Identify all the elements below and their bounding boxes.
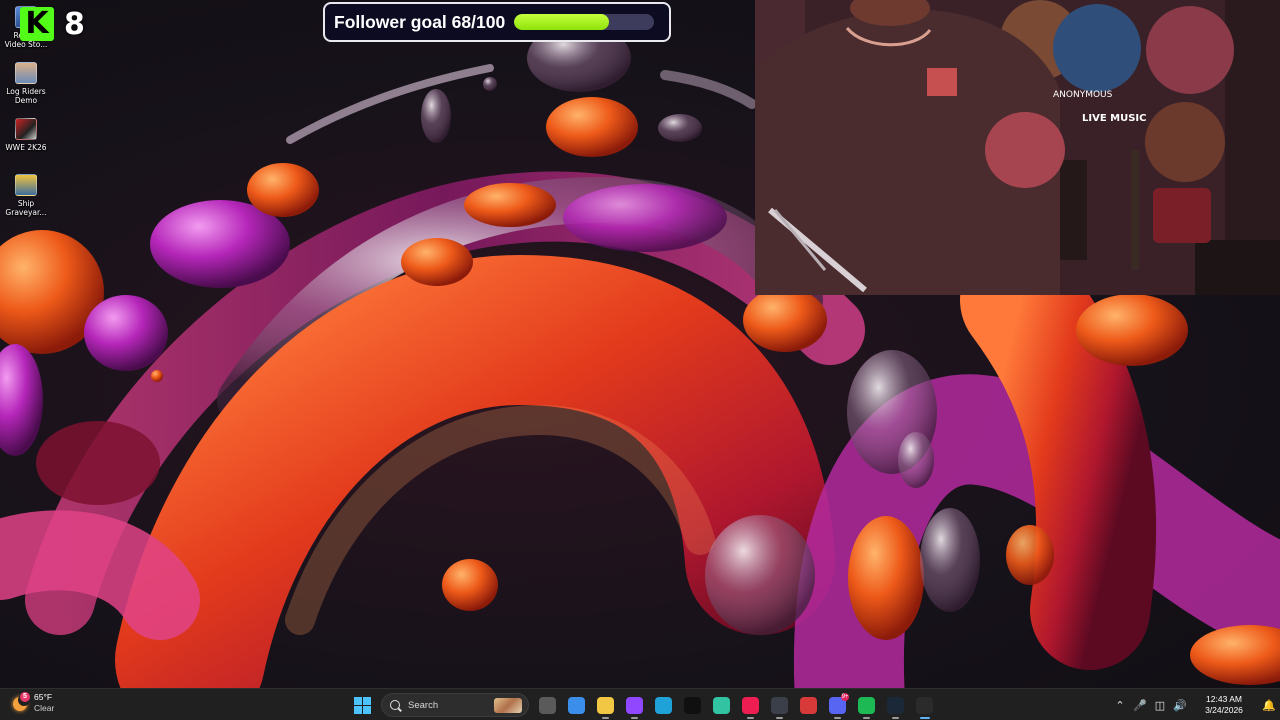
- taskbar-app-gamesir[interactable]: [794, 689, 823, 720]
- weather-temperature: 65°F: [34, 692, 53, 702]
- microsoft-store-icon: [568, 696, 585, 714]
- webcam-feed: LIVE MUSIC ANONYMOUS: [755, 0, 1280, 295]
- poster-tongue: [1153, 188, 1211, 243]
- system-tray: ⌃ 🎤 ◫ 🔊 12:43 AM 3/24/2026 🔔: [1110, 689, 1280, 720]
- kick-viewer-count: 8: [64, 6, 85, 42]
- follower-goal-progress-fill: [514, 14, 610, 30]
- search-placeholder: Search: [408, 699, 439, 711]
- file-explorer-icon: [597, 696, 614, 714]
- obs-icon: [916, 696, 933, 714]
- follower-goal-widget: Follower goal 68/100: [323, 2, 671, 42]
- running-indicator: [920, 717, 930, 719]
- desktop-icon-log-riders[interactable]: Log Riders Demo: [2, 62, 50, 105]
- running-indicator: [631, 717, 638, 719]
- taskbar-app-twitch[interactable]: [620, 689, 649, 720]
- follower-goal-progress-track: [514, 14, 655, 30]
- streamer-hand: [985, 112, 1065, 188]
- desktop-icon-wwe-2k26[interactable]: WWE 2K26: [2, 118, 50, 152]
- network-icon[interactable]: ◫: [1150, 689, 1170, 720]
- taskbar-app-task-view[interactable]: [533, 689, 562, 720]
- taskbar-app-edge[interactable]: [649, 689, 678, 720]
- gamesir-icon: [800, 696, 817, 714]
- taskbar-app-steam[interactable]: [881, 689, 910, 720]
- pinned-apps: 9+: [533, 689, 939, 720]
- kick-viewer-widget: K 8: [20, 6, 85, 42]
- taskbar-search[interactable]: Search: [381, 693, 529, 717]
- task-view-icon: [539, 696, 556, 714]
- taskbar-clock[interactable]: 12:43 AM 3/24/2026: [1194, 694, 1254, 716]
- running-indicator: [892, 717, 899, 719]
- steam-icon: [887, 696, 904, 714]
- wwe-2k26-icon: [15, 118, 37, 140]
- taskbar-app-file-explorer[interactable]: [591, 689, 620, 720]
- running-indicator: [747, 717, 754, 719]
- taskbar-app-tiktok-studio[interactable]: [678, 689, 707, 720]
- taskbar-center: Search 9+: [348, 689, 939, 720]
- taskbar-app-discord[interactable]: 9+: [823, 689, 852, 720]
- shirt-logo: [927, 68, 957, 96]
- taskbar-app-tiktok[interactable]: [736, 689, 765, 720]
- clock-date: 3/24/2026: [1205, 705, 1243, 715]
- running-indicator: [863, 717, 870, 719]
- tiktok-icon: [742, 696, 759, 714]
- poster-text: ANONYMOUS: [1053, 90, 1113, 100]
- taskbar-app-streamlabs[interactable]: [707, 689, 736, 720]
- running-indicator: [602, 717, 609, 719]
- desktop-icon-ship-graveyard[interactable]: Ship Graveyar...: [2, 174, 50, 217]
- weather-badge: 5: [20, 692, 30, 702]
- search-highlight-icon: [494, 698, 522, 713]
- guitar-neck: [1131, 150, 1139, 270]
- kick-logo-icon: K: [20, 7, 54, 41]
- clock-time: 12:43 AM: [1206, 694, 1242, 704]
- poster-portrait: [1145, 102, 1225, 182]
- weather-condition: Clear: [34, 703, 55, 713]
- taskbar-app-obs[interactable]: [910, 689, 939, 720]
- taskbar-app-microsoft-store[interactable]: [562, 689, 591, 720]
- microphone-icon[interactable]: 🎤: [1130, 689, 1150, 720]
- weather-widget[interactable]: 5 65°F Clear: [10, 692, 54, 714]
- edge-icon: [655, 696, 672, 714]
- streamer-bot-icon: [771, 696, 788, 714]
- desktop-icon-label: WWE 2K26: [5, 143, 47, 152]
- search-icon: [390, 700, 400, 710]
- desktop-icon-label: Log Riders Demo: [6, 87, 46, 105]
- desktop-icon-label: Ship Graveyar...: [5, 199, 47, 217]
- start-button[interactable]: [348, 689, 377, 720]
- tiktok-studio-icon: [684, 696, 701, 714]
- show-hidden-icons-chevron-icon[interactable]: ⌃: [1110, 689, 1130, 720]
- log-riders-icon: [15, 62, 37, 84]
- streamlabs-icon: [713, 696, 730, 714]
- notifications-bell-icon[interactable]: 🔔: [1258, 689, 1280, 720]
- taskbar: 5 65°F Clear Search 9+ ⌃ 🎤 ◫ 🔊 12:43 AM …: [0, 688, 1280, 720]
- running-indicator: [834, 717, 841, 719]
- volume-icon[interactable]: 🔊: [1170, 689, 1190, 720]
- twitch-icon: [626, 696, 643, 714]
- webcam-overlay: LIVE MUSIC ANONYMOUS: [755, 0, 1280, 295]
- discord-notification-badge: 9+: [841, 693, 849, 701]
- ship-graveyard-icon: [15, 174, 37, 196]
- neon-sign: LIVE MUSIC: [1082, 113, 1146, 124]
- taskbar-app-streamer-bot[interactable]: [765, 689, 794, 720]
- poster-anonymous: [1053, 4, 1141, 92]
- follower-goal-label: Follower goal 68/100: [334, 11, 506, 32]
- spotify-icon: [858, 696, 875, 714]
- clear-night-weather-icon: 5: [10, 692, 30, 713]
- poster-right: [1146, 6, 1234, 94]
- running-indicator: [776, 717, 783, 719]
- windows-logo-icon: [354, 696, 371, 714]
- taskbar-app-spotify[interactable]: [852, 689, 881, 720]
